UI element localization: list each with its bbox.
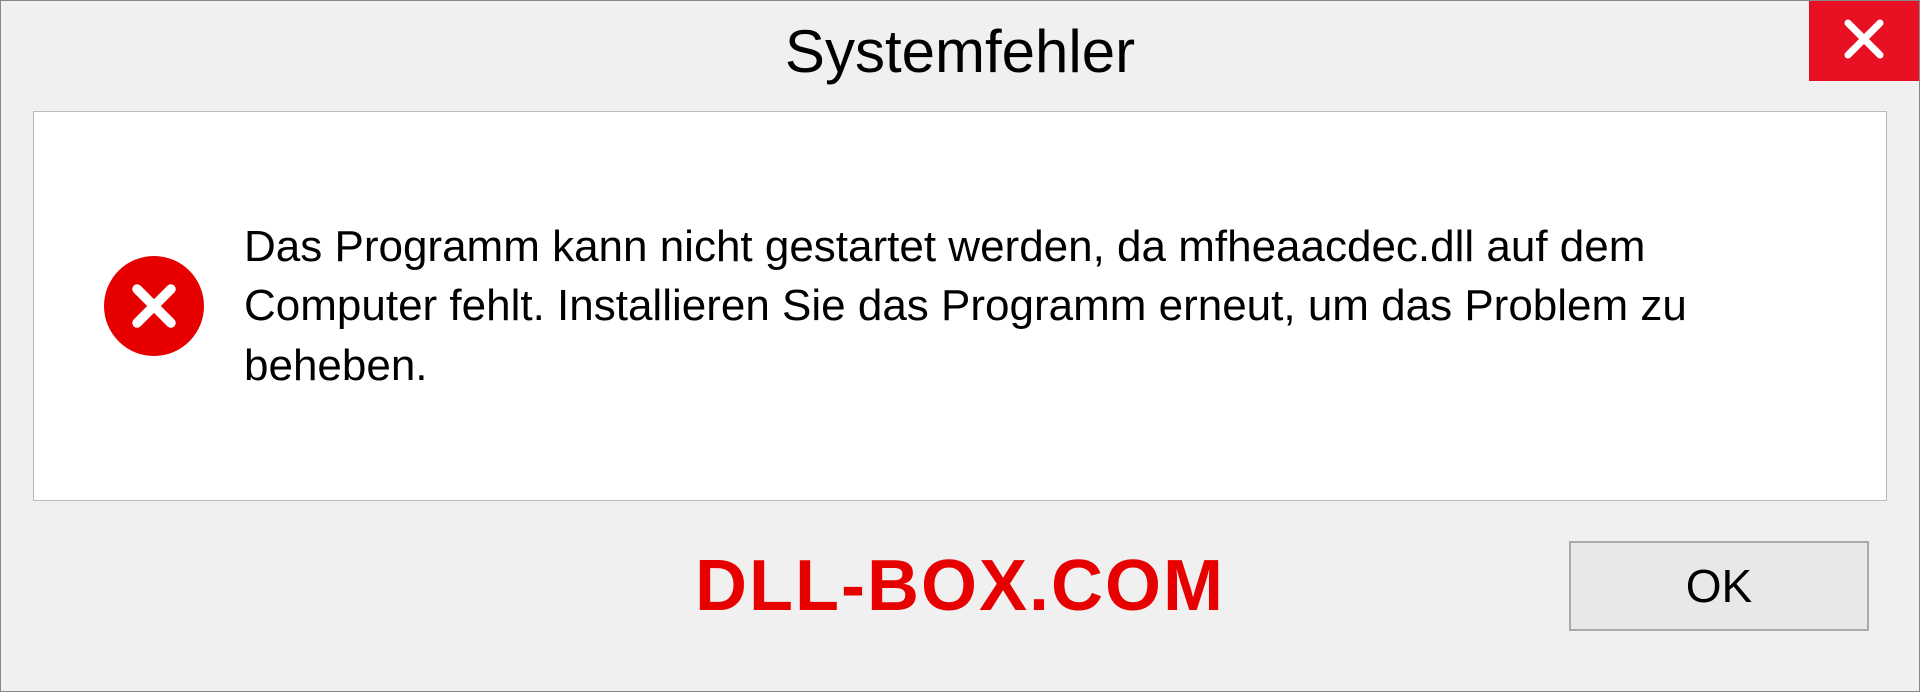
close-icon (1840, 15, 1888, 68)
footer: DLL-BOX.COM OK (1, 501, 1919, 671)
titlebar: Systemfehler (1, 1, 1919, 101)
dialog-title: Systemfehler (785, 17, 1135, 86)
error-message: Das Programm kann nicht gestartet werden… (244, 217, 1836, 395)
error-icon (104, 256, 204, 356)
ok-button[interactable]: OK (1569, 541, 1869, 631)
error-icon-wrap (104, 256, 204, 356)
content-panel: Das Programm kann nicht gestartet werden… (33, 111, 1887, 501)
error-dialog: Systemfehler Das Programm kann nicht ges… (0, 0, 1920, 692)
watermark-text: DLL-BOX.COM (695, 545, 1225, 627)
close-button[interactable] (1809, 1, 1919, 81)
